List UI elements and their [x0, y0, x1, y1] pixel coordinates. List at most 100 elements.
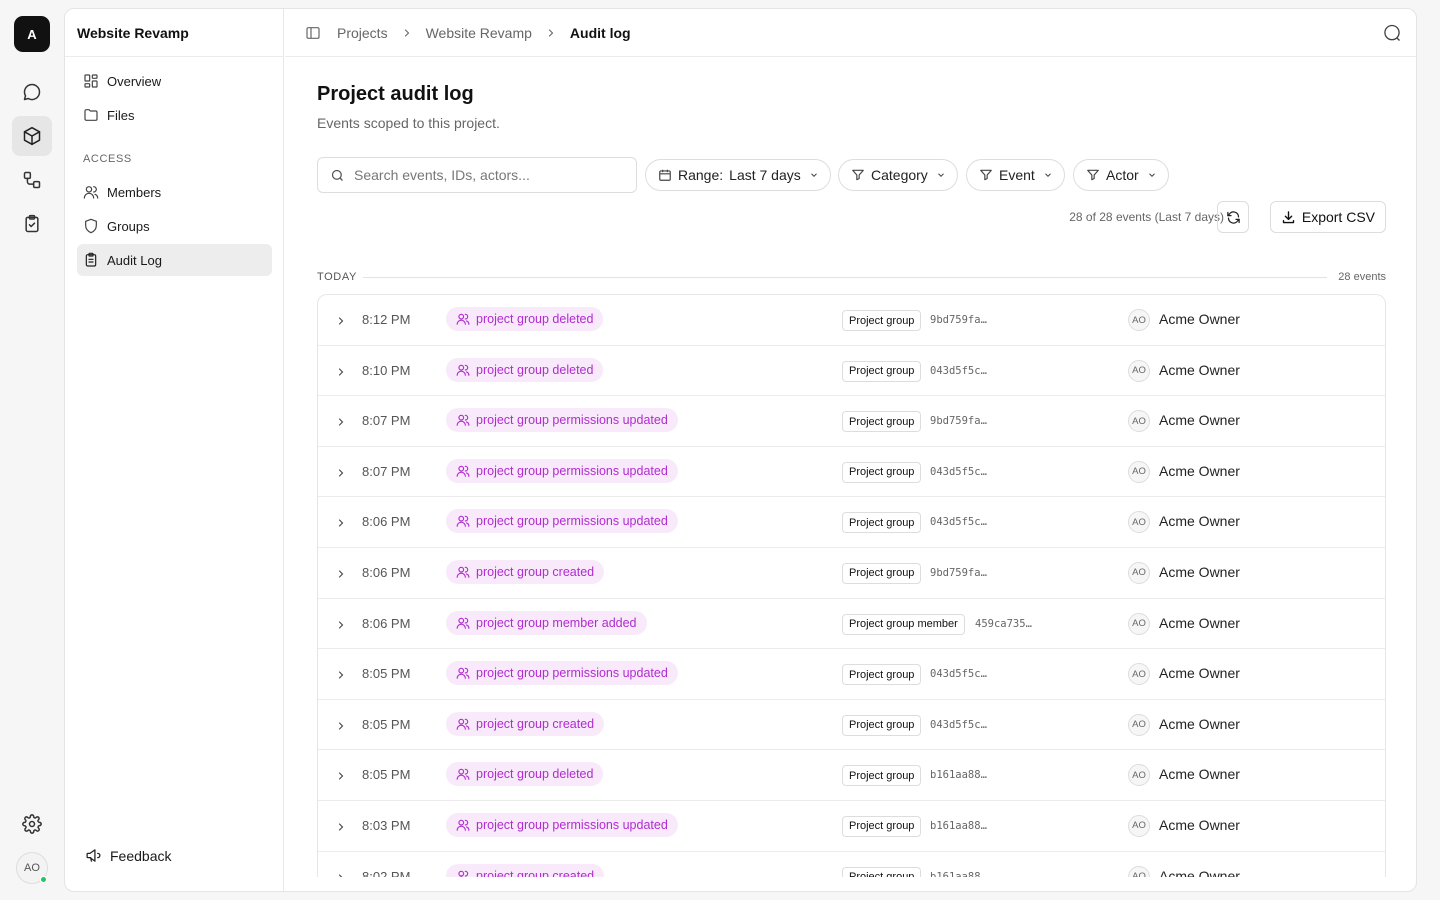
resource-type-tag: Project group	[842, 815, 922, 837]
chat-icon[interactable]	[12, 72, 52, 112]
projects-cube-icon[interactable]	[12, 116, 52, 156]
actor-avatar: AO	[1128, 359, 1150, 382]
expand-chevron-icon[interactable]	[335, 668, 347, 686]
expand-chevron-icon[interactable]	[335, 415, 347, 433]
event-row[interactable]: 8:02 PM project group created Project grou…	[318, 852, 1385, 877]
feedback-button[interactable]: Feedback	[85, 847, 171, 864]
sidebar-item-label: Members	[107, 184, 162, 200]
event-row[interactable]: 8:12 PM project group deleted Project grou…	[318, 295, 1385, 346]
export-csv-button[interactable]: Export CSV	[1269, 201, 1386, 233]
resource-id[interactable]: b161aa88…	[930, 769, 987, 781]
users-icon	[456, 566, 470, 578]
event-row[interactable]: 8:07 PM project group permissions updated…	[318, 396, 1385, 447]
event-time: 8:12 PM	[362, 312, 411, 327]
resource-id[interactable]: 043d5f5c…	[930, 466, 987, 478]
event-type-label: project group created	[476, 564, 595, 579]
resource-id[interactable]: b161aa88…	[930, 820, 987, 832]
expand-chevron-icon[interactable]	[335, 466, 347, 484]
sidebar-toggle-icon[interactable]	[305, 25, 321, 41]
sidebar-item-groups[interactable]: Groups	[77, 210, 272, 242]
event-filter-button[interactable]: Event	[966, 159, 1065, 191]
folder-icon	[84, 109, 98, 121]
breadcrumb: Projects Website Revamp Audit log	[337, 25, 631, 41]
expand-chevron-icon[interactable]	[335, 769, 347, 787]
event-row[interactable]: 8:06 PM project group created Project grou…	[318, 548, 1385, 599]
filter-icon	[1087, 169, 1099, 181]
chevron-down-icon	[1044, 173, 1051, 177]
workspace-logo[interactable]: A	[14, 16, 50, 52]
event-row[interactable]: 8:07 PM project group permissions updated…	[318, 447, 1385, 498]
event-type-label: project group deleted	[476, 767, 594, 782]
resource-id[interactable]: 043d5f5c…	[930, 719, 987, 731]
resource-type-tag: Project group	[842, 461, 922, 483]
event-row[interactable]: 8:06 PM project group member added Project…	[318, 599, 1385, 650]
resource-id[interactable]: 9bd759fa…	[930, 567, 987, 579]
users-icon	[456, 667, 470, 679]
breadcrumb-project[interactable]: Website Revamp	[426, 25, 532, 41]
expand-chevron-icon[interactable]	[335, 516, 347, 534]
actor-avatar: AO	[1128, 410, 1150, 433]
range-filter-button[interactable]: Range: Last 7 days	[645, 159, 831, 191]
event-type-label: project group member added	[476, 615, 637, 630]
resource-type-tag: Project group	[842, 411, 922, 433]
search-box[interactable]	[317, 157, 637, 193]
resource-id[interactable]: 9bd759fa…	[930, 415, 987, 427]
event-type-badge: project group created	[446, 711, 605, 736]
sidebar-item-files[interactable]: Files	[77, 99, 272, 131]
users-icon	[456, 516, 470, 528]
actor-avatar: AO	[1128, 764, 1150, 787]
event-time: 8:05 PM	[362, 666, 411, 682]
event-row[interactable]: 8:10 PM project group deleted Project grou…	[318, 346, 1385, 397]
settings-gear-icon[interactable]	[12, 804, 52, 844]
expand-chevron-icon[interactable]	[335, 719, 347, 737]
sidebar-item-overview[interactable]: Overview	[77, 65, 272, 97]
chat-search-icon[interactable]	[1382, 23, 1402, 48]
event-type-label: project group permissions updated	[476, 463, 668, 478]
clipboard-check-icon[interactable]	[12, 204, 52, 244]
sidebar-item-label: Groups	[107, 218, 150, 234]
workflow-icon[interactable]	[12, 160, 52, 200]
chevron-right-icon	[401, 27, 413, 39]
breadcrumb-projects[interactable]: Projects	[337, 25, 388, 41]
actor-avatar: AO	[1128, 663, 1150, 686]
chevron-down-icon	[810, 173, 817, 177]
sidebar-item-members[interactable]: Members	[77, 176, 272, 208]
resource-id[interactable]: 043d5f5c…	[930, 516, 987, 528]
resource-id[interactable]: 9bd759fa…	[930, 314, 987, 326]
resource-id[interactable]: b161aa88…	[930, 871, 987, 877]
range-label: Range:	[678, 167, 724, 183]
event-type-label: project group created	[476, 868, 595, 877]
expand-chevron-icon[interactable]	[335, 365, 347, 383]
actor-name: Acme Owner	[1159, 563, 1240, 580]
user-avatar[interactable]: AO	[16, 852, 48, 884]
event-type-badge: project group deleted	[446, 762, 604, 787]
event-row[interactable]: 8:05 PM project group deleted Project grou…	[318, 750, 1385, 801]
resource-id[interactable]: 043d5f5c…	[930, 365, 987, 377]
user-avatar-initials: AO	[24, 862, 40, 874]
refresh-button[interactable]	[1217, 201, 1249, 233]
expand-chevron-icon[interactable]	[335, 618, 347, 636]
event-row[interactable]: 8:06 PM project group permissions updated…	[318, 497, 1385, 548]
event-type-badge: project group permissions updated	[446, 458, 678, 483]
expand-chevron-icon[interactable]	[335, 820, 347, 838]
expand-chevron-icon[interactable]	[335, 314, 347, 332]
filter-icon	[852, 169, 864, 181]
event-row[interactable]: 8:03 PM project group permissions updated…	[318, 801, 1385, 852]
event-row[interactable]: 8:05 PM project group permissions updated…	[318, 649, 1385, 700]
category-filter-button[interactable]: Category	[838, 159, 958, 191]
actor-name: Acme Owner	[1159, 361, 1240, 378]
resource-id[interactable]: 043d5f5c…	[930, 668, 987, 680]
shield-icon	[85, 218, 97, 234]
refresh-icon	[1226, 210, 1240, 224]
event-time: 8:03 PM	[362, 817, 411, 833]
search-input[interactable]	[354, 167, 624, 183]
expand-chevron-icon[interactable]	[335, 567, 347, 585]
actor-filter-button[interactable]: Actor	[1073, 159, 1169, 191]
resource-type-tag: Project group	[842, 360, 922, 382]
actor-name: Acme Owner	[1159, 513, 1240, 530]
resource-type-tag: Project group	[842, 866, 922, 877]
resource-id[interactable]: 459ca735…	[975, 618, 1032, 630]
event-row[interactable]: 8:05 PM project group created Project grou…	[318, 700, 1385, 751]
expand-chevron-icon[interactable]	[335, 871, 347, 877]
sidebar-item-audit-log[interactable]: Audit Log	[77, 244, 272, 276]
